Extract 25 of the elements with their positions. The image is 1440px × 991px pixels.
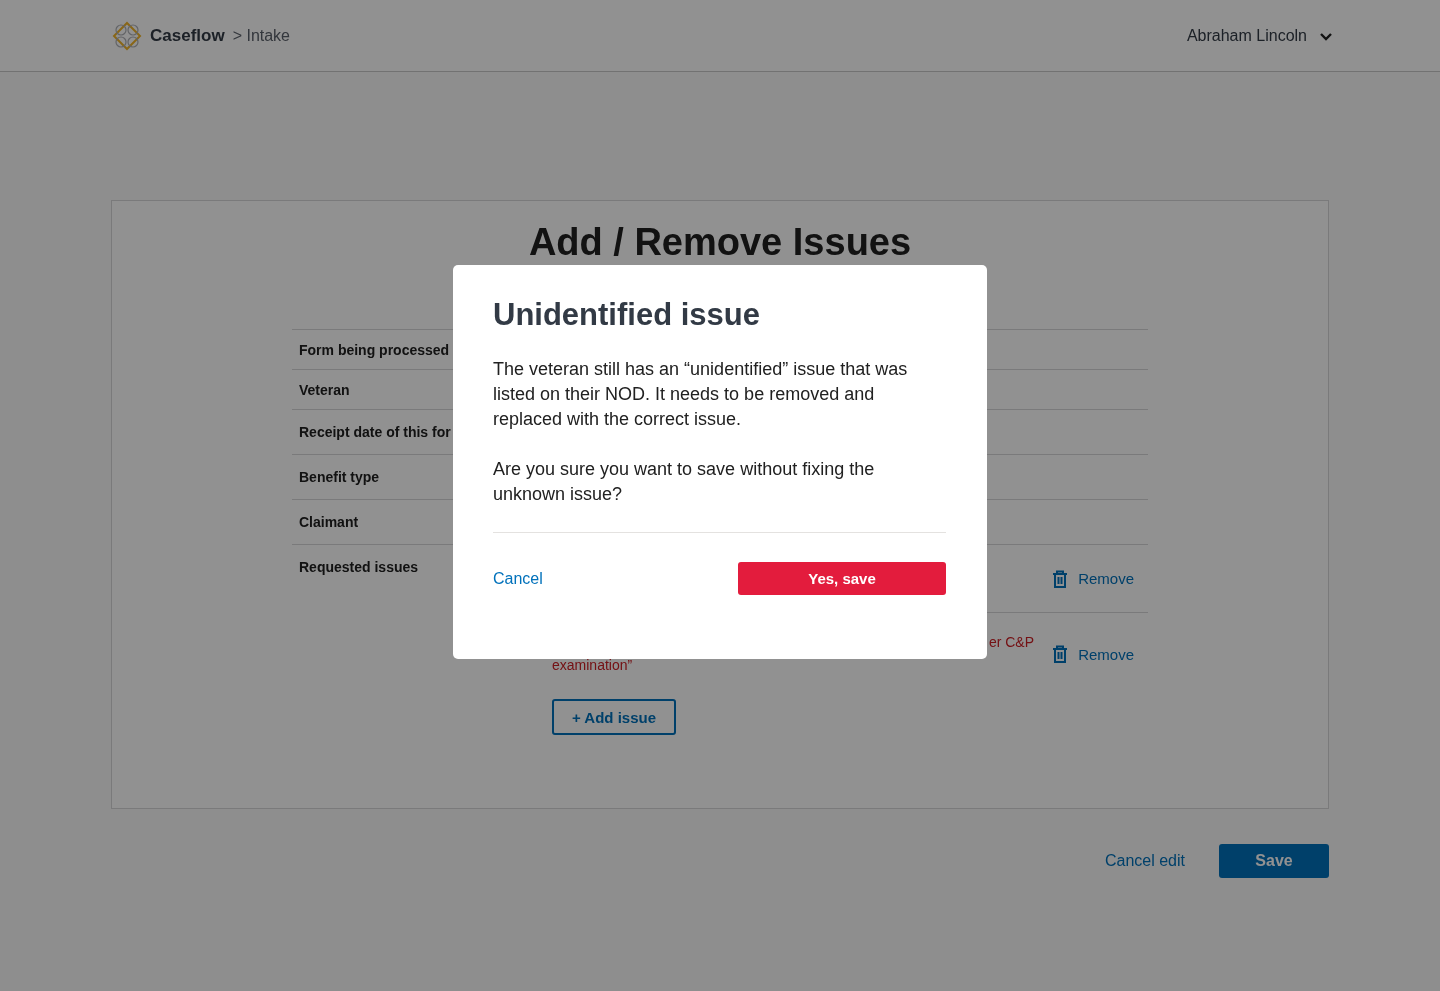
app-name[interactable]: Caseflow bbox=[150, 25, 225, 46]
cancel-edit-link[interactable]: Cancel edit bbox=[1104, 852, 1185, 870]
modal-title: Unidentified issue bbox=[493, 296, 761, 334]
field-label: Form being processed bbox=[299, 341, 450, 358]
save-button[interactable]: Save bbox=[1219, 844, 1329, 878]
confirm-button[interactable]: Yes, save bbox=[738, 562, 946, 595]
field-label: Benefit type bbox=[299, 469, 380, 485]
breadcrumb: > Intake bbox=[232, 26, 290, 45]
issue-text: examination” bbox=[552, 656, 634, 675]
field-label: Receipt date of this for bbox=[299, 424, 451, 440]
modal-text: Are you sure you want to save without fixing the unknown issue? bbox=[493, 458, 876, 506]
remove-link[interactable]: Remove bbox=[1052, 645, 1134, 663]
remove-link[interactable]: Remove bbox=[1052, 569, 1134, 588]
field-label: Claimant bbox=[299, 514, 359, 530]
issue-text: er C&P bbox=[987, 633, 1034, 652]
trash-icon bbox=[1052, 569, 1069, 588]
field-label: Veteran bbox=[299, 381, 350, 398]
logo-icon bbox=[112, 20, 142, 51]
page-title: Add / Remove Issues bbox=[527, 221, 913, 263]
user-menu[interactable]: Abraham Lincoln bbox=[1186, 26, 1333, 45]
trash-icon bbox=[1052, 645, 1069, 663]
modal-text: The veteran still has an “unidentified” issue that was listed on their NOD. It needs to be removed and replaced with the correct issue. bbox=[493, 358, 909, 431]
field-label: Requested issues bbox=[299, 559, 419, 575]
cancel-link[interactable]: Cancel bbox=[493, 569, 543, 588]
add-issue-button[interactable]: + Add issue bbox=[552, 699, 677, 735]
